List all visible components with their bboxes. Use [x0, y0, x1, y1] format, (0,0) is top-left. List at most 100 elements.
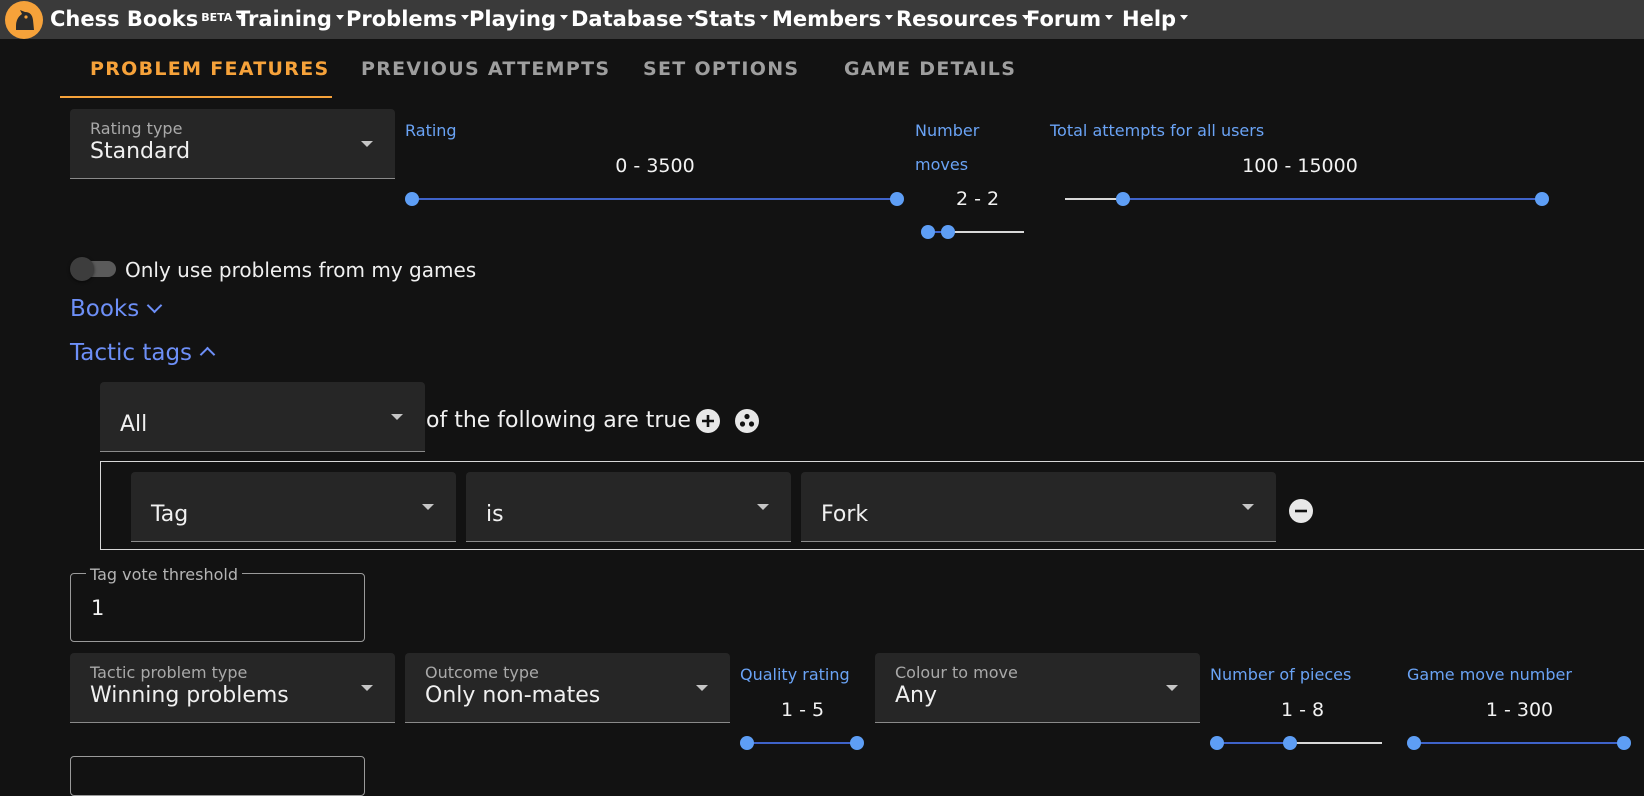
rating-slider-track[interactable]	[412, 198, 898, 200]
books-section-toggle[interactable]: Books	[70, 296, 163, 322]
nav-playing-label: Playing	[469, 7, 556, 31]
game-move-number-slider-max-thumb[interactable]	[1617, 736, 1631, 750]
nav-training-label: Training	[236, 7, 332, 31]
nav-playing[interactable]: Playing	[469, 7, 568, 31]
tab-previous-attempts[interactable]: PREVIOUS ATTEMPTS	[361, 58, 610, 80]
plus-icon	[702, 415, 714, 427]
tab-set-options[interactable]: SET OPTIONS	[643, 58, 799, 80]
top-navbar: Chess Books BETA Training Problems Playin…	[0, 0, 1644, 39]
nav-members-label: Members	[772, 7, 882, 31]
chevron-down-icon	[461, 14, 470, 20]
tactic-tags-section-label: Tactic tags	[70, 340, 193, 366]
total-attempts-slider-max-thumb[interactable]	[1535, 192, 1549, 206]
dropdown-arrow-icon	[1166, 684, 1178, 691]
game-move-number-slider-min-thumb[interactable]	[1407, 736, 1421, 750]
my-games-toggle-thumb[interactable]	[70, 257, 94, 281]
quality-rating-slider-max-thumb[interactable]	[850, 736, 864, 750]
tag-rule-field-value: Tag	[151, 502, 189, 527]
rating-slider-max-thumb[interactable]	[890, 192, 904, 206]
quality-rating-label: Quality rating	[740, 665, 850, 684]
beta-badge: BETA	[201, 11, 233, 24]
nav-brand-label: Chess Books	[50, 7, 199, 31]
nav-forum[interactable]: Forum	[1026, 7, 1114, 31]
nav-problems[interactable]: Problems	[346, 7, 470, 31]
tag-logic-value: All	[120, 412, 148, 437]
total-attempts-slider-min-thumb[interactable]	[1116, 192, 1130, 206]
group-icon	[739, 413, 755, 427]
tag-rule-value-select[interactable]: Fork	[801, 472, 1276, 542]
active-tab-indicator	[60, 96, 332, 98]
nav-members[interactable]: Members	[772, 7, 894, 31]
books-section-label: Books	[70, 296, 140, 322]
dropdown-arrow-icon	[391, 413, 403, 420]
number-moves-slider-max-thumb[interactable]	[941, 225, 955, 239]
tab-game-details[interactable]: GAME DETAILS	[844, 58, 1016, 80]
remove-rule-button[interactable]	[1289, 499, 1313, 523]
game-move-number-label: Game move number	[1407, 665, 1572, 684]
number-moves-label-line1: Number	[915, 121, 980, 140]
tab-problem-features[interactable]: PROBLEM FEATURES	[90, 58, 329, 80]
nav-stats-label: Stats	[694, 7, 756, 31]
colour-to-move-value: Any	[895, 683, 938, 708]
number-moves-label-line2: moves	[915, 155, 969, 174]
nav-database[interactable]: Database	[571, 7, 695, 31]
number-moves-slider-min-thumb[interactable]	[921, 225, 935, 239]
tag-logic-select[interactable]: All	[100, 382, 425, 452]
nav-forum-label: Forum	[1026, 7, 1102, 31]
nav-help-label: Help	[1122, 7, 1177, 31]
total-attempts-value: 100 - 15000	[1242, 155, 1358, 177]
dropdown-arrow-icon	[361, 140, 373, 147]
number-of-pieces-slider-max-thumb[interactable]	[1283, 736, 1297, 750]
dropdown-arrow-icon	[361, 684, 373, 691]
outcome-type-select[interactable]: Outcome type Only non-mates	[405, 653, 730, 723]
tactic-problem-type-select[interactable]: Tactic problem type Winning problems	[70, 653, 395, 723]
colour-to-move-select[interactable]: Colour to move Any	[875, 653, 1200, 723]
nav-database-label: Database	[571, 7, 683, 31]
nav-resources[interactable]: Resources	[896, 7, 1030, 31]
minus-icon	[1295, 509, 1307, 513]
rating-type-select[interactable]: Rating type Standard	[70, 109, 395, 179]
dropdown-arrow-icon	[422, 503, 434, 510]
rating-type-label: Rating type	[90, 119, 183, 138]
chevron-down-icon	[1180, 14, 1189, 20]
nav-stats[interactable]: Stats	[694, 7, 768, 31]
colour-to-move-label: Colour to move	[895, 663, 1018, 682]
tag-rule-operator-select[interactable]: is	[466, 472, 791, 542]
nav-help[interactable]: Help	[1122, 7, 1189, 31]
tag-logic-text: of the following are true	[426, 408, 691, 433]
chevron-down-icon	[146, 297, 163, 314]
number-moves-value: 2 - 2	[955, 188, 1000, 210]
total-attempts-label: Total attempts for all users	[1050, 121, 1265, 140]
chevron-down-icon	[335, 14, 344, 20]
tag-vote-threshold-value[interactable]: 1	[91, 596, 104, 620]
game-move-number-slider-track[interactable]	[1414, 742, 1624, 744]
tag-rule-operator-value: is	[486, 502, 504, 527]
number-of-pieces-value: 1 - 8	[1280, 699, 1325, 721]
nav-brand[interactable]: Chess Books BETA	[50, 7, 245, 31]
tag-rule-value: Fork	[821, 502, 869, 527]
number-of-pieces-slider-range	[1217, 742, 1290, 744]
nav-problems-label: Problems	[346, 7, 458, 31]
quality-rating-value: 1 - 5	[780, 699, 825, 721]
partial-field-below[interactable]	[70, 756, 365, 796]
rating-label: Rating	[405, 121, 457, 140]
dropdown-arrow-icon	[696, 684, 708, 691]
rating-slider-min-thumb[interactable]	[405, 192, 419, 206]
chevron-down-icon	[759, 14, 768, 20]
number-of-pieces-slider-min-thumb[interactable]	[1210, 736, 1224, 750]
tactic-problem-type-label: Tactic problem type	[90, 663, 248, 682]
add-rule-button[interactable]	[696, 409, 720, 433]
add-group-button[interactable]	[735, 409, 759, 433]
tactic-tags-section-toggle[interactable]: Tactic tags	[70, 340, 216, 366]
dropdown-arrow-icon	[757, 503, 769, 510]
tag-rule-field-select[interactable]: Tag	[131, 472, 456, 542]
nav-training[interactable]: Training	[236, 7, 344, 31]
rating-type-value: Standard	[90, 139, 191, 164]
my-games-toggle-label: Only use problems from my games	[125, 258, 477, 282]
logo-icon[interactable]	[4, 0, 44, 40]
chevron-down-icon	[559, 14, 568, 20]
quality-rating-slider-min-thumb[interactable]	[740, 736, 754, 750]
chevron-down-icon	[885, 14, 894, 20]
quality-rating-slider-track[interactable]	[747, 742, 857, 744]
chevron-down-icon	[1105, 14, 1114, 20]
